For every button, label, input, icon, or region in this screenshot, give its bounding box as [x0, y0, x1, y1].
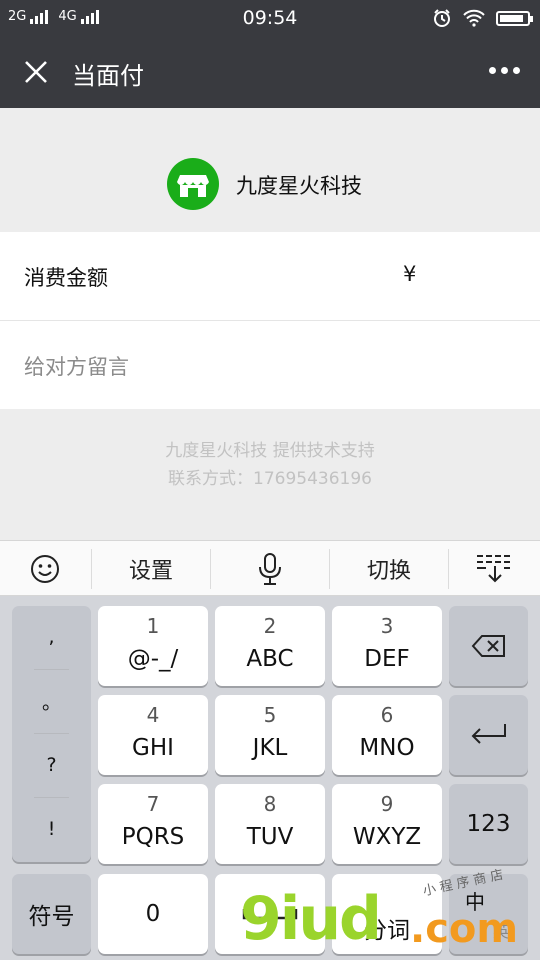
key-1[interactable]: 1 @-_/: [98, 606, 208, 686]
collapse-keyboard-button[interactable]: [449, 541, 540, 596]
voice-input-button[interactable]: [211, 541, 329, 596]
symbols-key[interactable]: 符号: [12, 874, 91, 954]
key-6[interactable]: 6 MNO: [332, 695, 442, 775]
wifi-icon: [463, 9, 485, 27]
zero-label: 0: [145, 901, 161, 927]
smiley-icon: [31, 554, 59, 583]
key-digit: 6: [380, 703, 394, 727]
space-key[interactable]: [215, 874, 325, 954]
key-digit: 7: [146, 792, 160, 816]
alarm-clock-icon: [434, 9, 450, 27]
storefront-icon: [167, 158, 219, 210]
key-7[interactable]: 7 PQRS: [98, 784, 208, 864]
enter-icon: [471, 724, 506, 744]
key-3[interactable]: 3 DEF: [332, 606, 442, 686]
battery-level: [500, 14, 524, 22]
battery-icon: [496, 10, 533, 26]
enter-key[interactable]: [449, 695, 528, 775]
number-mode-label: 123: [466, 811, 511, 837]
key-letters: JKL: [252, 735, 288, 761]
leave-message-link[interactable]: 给对方留言: [24, 351, 129, 381]
key-digit: 9: [380, 792, 394, 816]
punct-period-key[interactable]: 。: [12, 670, 91, 732]
number-mode-key[interactable]: 123: [449, 784, 528, 864]
amount-row: 消费金额 ¥: [0, 232, 540, 320]
merchant-name: 九度星火科技: [236, 174, 362, 198]
key-letters: ABC: [246, 646, 294, 672]
space-key-center: [215, 874, 325, 954]
keyboard-collapse-icon: [476, 554, 510, 582]
status-bar: 2G 4G 09:54: [0, 0, 540, 36]
page-title: 当面付: [72, 62, 144, 90]
punct-exclamation-key[interactable]: !: [12, 798, 91, 860]
key-letters: DEF: [364, 646, 410, 672]
backspace-key-center: [449, 606, 528, 686]
lang-cn-label: 中: [465, 890, 485, 914]
key-digit: 2: [263, 614, 277, 638]
key-letters: @-_/: [127, 646, 179, 672]
key-digit: 1: [146, 614, 160, 638]
key-5[interactable]: 5 JKL: [215, 695, 325, 775]
split-word-label: 分词: [364, 918, 410, 944]
microphone-icon: [259, 552, 281, 585]
key-4[interactable]: 4 GHI: [98, 695, 208, 775]
key-8[interactable]: 8 TUV: [215, 784, 325, 864]
key-digit: 8: [263, 792, 277, 816]
zero-key[interactable]: 0: [98, 874, 208, 954]
more-dots-icon[interactable]: [489, 67, 520, 74]
key-letters: TUV: [246, 824, 294, 850]
merchant-header: 九度星火科技: [0, 108, 540, 232]
emoji-button[interactable]: [0, 541, 90, 596]
punct-question-key[interactable]: ?: [12, 734, 91, 796]
enter-key-center: [449, 695, 528, 775]
key-digit: 3: [380, 614, 394, 638]
t9-keyboard: , 。 ? ! 1 @-_/ 2 ABC 3 DEF 4 GHI 5 JKL 6 MNO 7…: [0, 596, 540, 960]
keyboard-toolbar: 设置 切换: [0, 540, 540, 596]
contact-text: 联系方式：17695436196: [168, 469, 372, 489]
punct-comma-key[interactable]: ,: [12, 606, 91, 668]
support-text: 九度星火科技 提供技术支持: [165, 441, 375, 461]
switch-keyboard-button[interactable]: 切换: [330, 541, 448, 596]
key-letters: MNO: [359, 735, 415, 761]
settings-button[interactable]: 设置: [92, 541, 210, 596]
key-digit: 5: [263, 703, 277, 727]
currency-symbol: ¥: [403, 262, 417, 286]
symbols-label: 符号: [28, 904, 75, 930]
key-digit: 4: [146, 703, 160, 727]
key-letters: GHI: [132, 735, 174, 761]
space-icon: [242, 909, 298, 920]
remark-row: 给对方留言: [0, 321, 540, 409]
key-2[interactable]: 2 ABC: [215, 606, 325, 686]
backspace-key[interactable]: [449, 606, 528, 686]
key-letters: WXYZ: [352, 824, 422, 850]
lang-en-label: 英: [493, 922, 510, 941]
amount-label: 消费金额: [24, 266, 108, 290]
amount-input[interactable]: [430, 258, 530, 294]
key-letters: PQRS: [121, 824, 185, 850]
support-footer: 九度星火科技 提供技术支持 联系方式：17695436196: [0, 437, 540, 493]
status-icons: [432, 8, 533, 28]
title-bar: 当面付: [0, 36, 540, 108]
close-icon[interactable]: [22, 58, 50, 86]
key-9[interactable]: 9 WXYZ: [332, 784, 442, 864]
split-word-key[interactable]: 分词: [332, 874, 442, 954]
punctuation-column: , 。 ? !: [12, 606, 91, 862]
backspace-icon: [471, 635, 505, 657]
language-switch-key[interactable]: 中 英: [449, 874, 528, 954]
